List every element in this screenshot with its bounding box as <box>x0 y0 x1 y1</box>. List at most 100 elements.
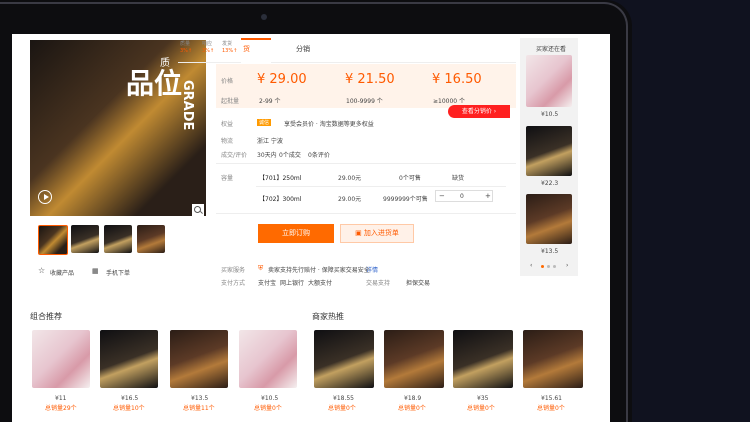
tab-distribution[interactable]: 分销 <box>296 44 310 54</box>
play-icon[interactable] <box>38 190 52 204</box>
service-label: 买家服务 <box>221 267 246 274</box>
price-label: 价格 <box>221 78 234 85</box>
rating-label: 响应 <box>202 41 213 47</box>
thumbnail[interactable] <box>38 225 68 255</box>
combo-product-image[interactable] <box>100 330 158 388</box>
combo-sales: 总销量0个 <box>254 405 282 412</box>
pay-item: 网上银行 <box>280 280 305 287</box>
image-text-small: 质 <box>160 58 170 69</box>
hot-price: ¥15.61 <box>541 395 562 402</box>
next-arrow-icon[interactable]: › <box>566 262 568 269</box>
spec-name: 【701】250ml <box>259 175 302 182</box>
product-page: 品位 质 GRADE ☆ 收藏产品 ▦ 手机下单 质量 3%↑ 响应 3%↑ 发… <box>12 34 610 422</box>
sidebar-product-image[interactable] <box>526 126 572 176</box>
combo-price: ¥10.5 <box>261 395 279 402</box>
hot-sales: 总销量0个 <box>398 405 426 412</box>
image-text-big: 品位 <box>126 67 183 100</box>
pay-item: 支付宝 <box>258 280 277 287</box>
hot-sales: 总销量0个 <box>537 405 565 412</box>
shield-icon: ⛨ <box>258 264 264 272</box>
rating-row: 质量 3%↑ 响应 3%↑ 发货 13%↑ <box>180 40 240 62</box>
benefit-label: 权益 <box>221 121 234 128</box>
combo-price: ¥11 <box>55 395 67 402</box>
favorite-link[interactable]: 收藏产品 <box>50 268 74 277</box>
combo-product-image[interactable] <box>239 330 297 388</box>
hot-price: ¥18.55 <box>333 395 354 402</box>
hot-product-image[interactable] <box>314 330 374 388</box>
combo-sales: 总销量11个 <box>183 405 215 412</box>
service-detail-link[interactable]: 详情 <box>366 265 378 274</box>
pager-dots <box>541 265 561 269</box>
zoom-icon[interactable] <box>192 204 204 216</box>
qty-tier-3: ≥10000 个 <box>433 98 466 105</box>
view-distribution-price-button[interactable]: 查看分销价 › <box>448 105 510 118</box>
combo-price: ¥13.5 <box>191 395 209 402</box>
divider <box>256 186 506 187</box>
prev-arrow-icon[interactable]: ‹ <box>530 262 532 269</box>
pay-label: 支付方式 <box>221 280 246 287</box>
hot-product-image[interactable] <box>453 330 513 388</box>
pay-item: 大额支付 <box>308 280 333 287</box>
tab-goods[interactable]: 货 <box>241 38 271 64</box>
add-to-cart-button[interactable]: ▣ 加入进货单 <box>340 224 414 243</box>
sidebar-product-price: ¥10.5 <box>541 111 559 118</box>
combo-sales: 总销量10个 <box>113 405 145 412</box>
hot-product-image[interactable] <box>523 330 583 388</box>
benefit-badge: 诚信 <box>257 119 272 126</box>
price-panel: 价格 起批量 ¥ 29.00 2-99 个 ¥ 21.50 100-9999 个… <box>216 64 516 108</box>
price-tier-1: ¥ 29.00 <box>257 72 307 87</box>
image-text-side: GRADE <box>180 80 195 131</box>
rating-label: 质量 <box>180 41 191 47</box>
benefit-text: 享受会员价 · 淘宝数据等更多权益 <box>284 121 374 128</box>
spec-stock: 0个可售 <box>399 175 421 182</box>
logistics-label: 物流 <box>221 138 234 145</box>
combo-product-image[interactable] <box>170 330 228 388</box>
sidebar-product-image[interactable] <box>526 194 572 244</box>
hot-sales: 总销量0个 <box>328 405 356 412</box>
qty-tier-1: 2-99 个 <box>259 98 281 105</box>
spec-price: 29.00元 <box>338 175 362 182</box>
thumbnail[interactable] <box>71 225 99 253</box>
cart-icon: ▣ <box>355 229 362 237</box>
spec-price: 29.00元 <box>338 196 362 203</box>
quantity-input[interactable]: 0 <box>460 193 464 200</box>
price-tier-2: ¥ 21.50 <box>345 72 395 87</box>
evaluation-reviews[interactable]: 0条评价 <box>308 150 330 159</box>
hot-price: ¥35 <box>477 395 489 402</box>
spec-label: 容量 <box>221 175 234 182</box>
hot-product-image[interactable] <box>384 330 444 388</box>
evaluation-text: 30天内 <box>257 152 277 159</box>
trade-value: 担保交易 <box>406 280 431 287</box>
thumbnail[interactable] <box>104 225 132 253</box>
thumbnail[interactable] <box>137 225 165 253</box>
plus-button[interactable]: + <box>485 192 491 200</box>
rating-value: 3%↑ <box>180 48 193 54</box>
minus-button[interactable]: − <box>439 192 445 200</box>
main-product-image: 品位 质 GRADE <box>30 40 206 216</box>
divider <box>216 163 516 164</box>
spec-action: 缺货 <box>452 175 465 182</box>
service-text: 卖家支持先行赔付 · 保障买家交易安全 <box>268 267 370 274</box>
evaluation-deals[interactable]: 0个成交 <box>279 150 301 159</box>
rating-label: 发货 <box>222 41 233 47</box>
combo-price: ¥16.5 <box>121 395 139 402</box>
rating-value: 3%↑ <box>202 48 215 54</box>
combo-sales: 总销量29个 <box>45 405 77 412</box>
sidebar-product-price: ¥13.5 <box>541 248 559 255</box>
combo-product-image[interactable] <box>32 330 90 388</box>
sidebar-product-image[interactable] <box>526 55 572 107</box>
qty-tier-2: 100-9999 个 <box>346 98 383 105</box>
price-tier-3: ¥ 16.50 <box>432 72 482 87</box>
evaluation-label: 成交/评价 <box>221 152 248 159</box>
spec-stock: 9999999个可售 <box>383 196 428 203</box>
hot-title: 商家热推 <box>312 312 344 321</box>
spec-name: 【702】300ml <box>259 196 302 203</box>
mobile-order-link[interactable]: 手机下单 <box>106 268 130 277</box>
camera-icon <box>261 14 267 20</box>
phone-icon: ▦ <box>92 267 99 275</box>
star-icon: ☆ <box>38 266 46 275</box>
order-now-button[interactable]: 立即订购 <box>258 224 334 243</box>
combo-title: 组合推荐 <box>30 312 62 321</box>
hot-price: ¥18.9 <box>404 395 422 402</box>
qty-label: 起批量 <box>221 98 240 105</box>
